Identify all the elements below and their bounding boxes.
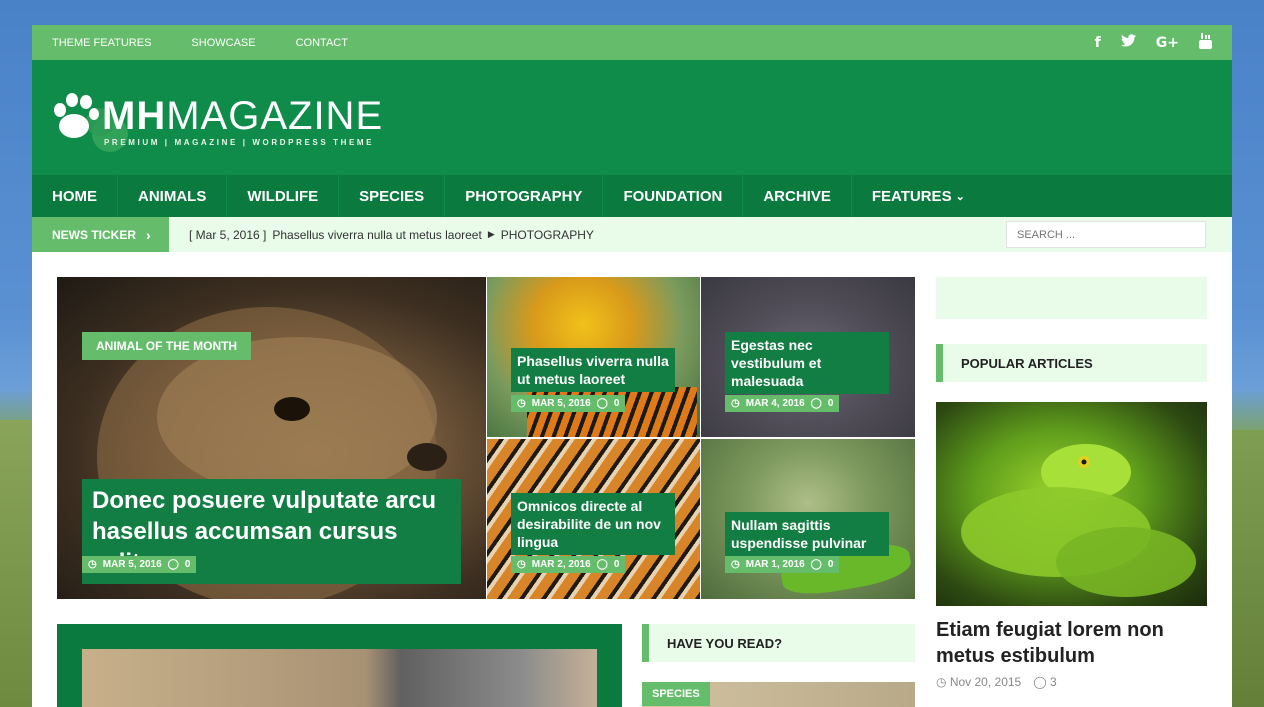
tile-3-caption: Omnicos directe al desirabilite de un no… [511, 493, 675, 555]
tile-3-date: MAR 2, 2016 [531, 559, 591, 570]
ticker-category: PHOTOGRAPHY [500, 227, 594, 242]
ticker-date: [ Mar 5, 2016 ] [189, 227, 267, 242]
featured-tile-4[interactable]: Nullam sagittis uspendisse pulvinar ◷ MA… [701, 439, 915, 599]
chevron-right-icon: › [146, 226, 151, 243]
ticker-item[interactable]: [ Mar 5, 2016 ] Phasellus viverra nulla … [169, 228, 594, 242]
nav-photography[interactable]: PHOTOGRAPHY [445, 175, 604, 217]
top-bar: THEME FEATURES SHOWCASE CONTACT f G+ [32, 25, 1232, 60]
background-grass-left [0, 420, 32, 707]
animal-of-the-month-label: ANIMAL OF THE MONTH [82, 332, 252, 360]
tile-3-comments[interactable]: 0 [614, 559, 620, 570]
popular-article-date: Nov 20, 2015 [949, 675, 1022, 689]
ticker-headline: Phasellus viverra nulla ut metus laoreet [272, 227, 482, 242]
featured-tile-1[interactable]: Phasellus viverra nulla ut metus laoreet… [487, 277, 700, 437]
tile-2-meta: ◷ MAR 4, 2016 ◯ 0 [725, 395, 840, 412]
nav-species[interactable]: SPECIES [339, 175, 446, 217]
hero-date: MAR 5, 2016 [102, 559, 162, 570]
popular-article-comments-wrap[interactable]: ◯ 3 [1033, 675, 1056, 689]
tile-2-comments[interactable]: 0 [828, 398, 834, 409]
ticker-label: NEWS TICKER › [32, 217, 169, 252]
nav-features-label: FEATURES [871, 187, 952, 205]
site-logo[interactable]: MHMAGAZINE PREMIUM | MAGAZINE | WORDPRES… [52, 88, 397, 158]
tile-4-title[interactable]: Nullam sagittis uspendisse pulvinar [731, 517, 866, 551]
nav-features[interactable]: FEATURES ⌄ [852, 175, 985, 217]
twitter-icon[interactable] [1120, 34, 1136, 51]
site-container: THEME FEATURES SHOWCASE CONTACT f G+ MHM… [32, 25, 1232, 707]
tile-2-title[interactable]: Egestas nec vestibulum et malesuada [731, 337, 821, 389]
comment-icon: ◯ [596, 559, 608, 570]
logo-tagline: PREMIUM | MAGAZINE | WORDPRESS THEME [104, 138, 375, 147]
top-nav-showcase[interactable]: SHOWCASE [191, 37, 255, 49]
logo-title: MHMAGAZINE [102, 94, 383, 139]
clock-icon: ◷ [731, 398, 740, 409]
comment-icon: ◯ [810, 559, 822, 570]
popular-article-title[interactable]: Etiam feugiat lorem non metus estibulum [936, 617, 1207, 669]
have-you-read-heading: HAVE YOU READ? [642, 624, 915, 662]
tile-1-comments[interactable]: 0 [614, 398, 620, 409]
chevron-down-icon: ⌄ [955, 190, 965, 203]
popular-article-meta: ◷ Nov 20, 2015 ◯ 3 [936, 675, 1057, 689]
top-nav-contact[interactable]: CONTACT [296, 37, 348, 49]
clock-icon: ◷ [936, 675, 947, 689]
tile-4-meta: ◷ MAR 1, 2016 ◯ 0 [725, 556, 840, 573]
tile-1-caption: Phasellus viverra nulla ut metus laoreet [511, 348, 675, 392]
nav-archive[interactable]: ARCHIVE [743, 175, 852, 217]
hero-comments[interactable]: 0 [185, 559, 191, 570]
nav-wildlife[interactable]: WILDLIFE [227, 175, 340, 217]
popular-articles-heading: POPULAR ARTICLES [936, 344, 1207, 382]
clock-icon: ◷ [517, 398, 526, 409]
google-plus-icon[interactable]: G+ [1156, 35, 1179, 51]
popular-articles-heading-text: POPULAR ARTICLES [961, 355, 1093, 371]
ticker-label-text: NEWS TICKER [52, 227, 136, 242]
tile-3-title[interactable]: Omnicos directe al desirabilite de un no… [517, 498, 661, 550]
clock-icon: ◷ [88, 559, 97, 570]
tile-4-comments[interactable]: 0 [828, 559, 834, 570]
tile-4-date: MAR 1, 2016 [745, 559, 805, 570]
comment-icon: ◯ [810, 398, 822, 409]
nav-foundation[interactable]: FOUNDATION [603, 175, 744, 217]
tile-2-date: MAR 4, 2016 [745, 398, 805, 409]
featured-hero[interactable]: Donec posuere vulputate arcu hasellus ac… [57, 277, 486, 599]
tile-3-meta: ◷ MAR 2, 2016 ◯ 0 [511, 556, 626, 573]
site-header: MHMAGAZINE PREMIUM | MAGAZINE | WORDPRES… [32, 60, 1232, 175]
animal-of-the-month-image[interactable] [82, 649, 597, 707]
caret-right-icon: ▶ [487, 229, 495, 239]
logo-title-light: MAGAZINE [166, 94, 384, 138]
popular-article-comments: 3 [1050, 675, 1057, 689]
social-links: f G+ [1095, 32, 1212, 53]
comment-icon: ◯ [596, 398, 608, 409]
animal-of-the-month-widget [57, 624, 622, 707]
tile-2-caption: Egestas nec vestibulum et malesuada [725, 332, 889, 394]
tile-1-meta: ◷ MAR 5, 2016 ◯ 0 [511, 395, 626, 412]
popular-article-date-wrap: ◷ Nov 20, 2015 [936, 675, 1021, 689]
nav-home[interactable]: HOME [32, 175, 118, 217]
news-ticker: NEWS TICKER › [ Mar 5, 2016 ] Phasellus … [32, 217, 1232, 252]
comment-icon: ◯ [167, 559, 179, 570]
top-nav: THEME FEATURES SHOWCASE CONTACT [52, 37, 348, 49]
featured-tile-3[interactable]: Omnicos directe al desirabilite de un no… [487, 439, 700, 599]
tile-4-caption: Nullam sagittis uspendisse pulvinar [725, 512, 889, 556]
facebook-icon[interactable]: f [1095, 35, 1101, 51]
nav-animals[interactable]: ANIMALS [118, 175, 228, 217]
search-input[interactable] [1006, 221, 1206, 248]
sidebar-ad-box [936, 277, 1207, 319]
tile-1-date: MAR 5, 2016 [531, 398, 591, 409]
comment-icon: ◯ [1033, 675, 1047, 689]
logo-title-bold: MH [102, 94, 167, 138]
main-content: Donec posuere vulputate arcu hasellus ac… [32, 277, 1232, 707]
main-nav: HOME ANIMALS WILDLIFE SPECIES PHOTOGRAPH… [32, 175, 1232, 217]
tile-1-title[interactable]: Phasellus viverra nulla ut metus laoreet [517, 353, 669, 387]
popular-article-image[interactable] [936, 402, 1207, 606]
have-you-read-heading-text: HAVE YOU READ? [667, 635, 783, 651]
youtube-icon[interactable] [1199, 32, 1212, 53]
clock-icon: ◷ [731, 559, 740, 570]
snake-image [961, 444, 1196, 597]
background-grass-right [1232, 430, 1264, 707]
species-label[interactable]: SPECIES [642, 682, 710, 706]
clock-icon: ◷ [517, 559, 526, 570]
featured-tile-2[interactable]: Egestas nec vestibulum et malesuada ◷ MA… [701, 277, 915, 437]
hero-meta: ◷ MAR 5, 2016 ◯ 0 [82, 556, 197, 573]
top-nav-theme-features[interactable]: THEME FEATURES [52, 37, 151, 49]
